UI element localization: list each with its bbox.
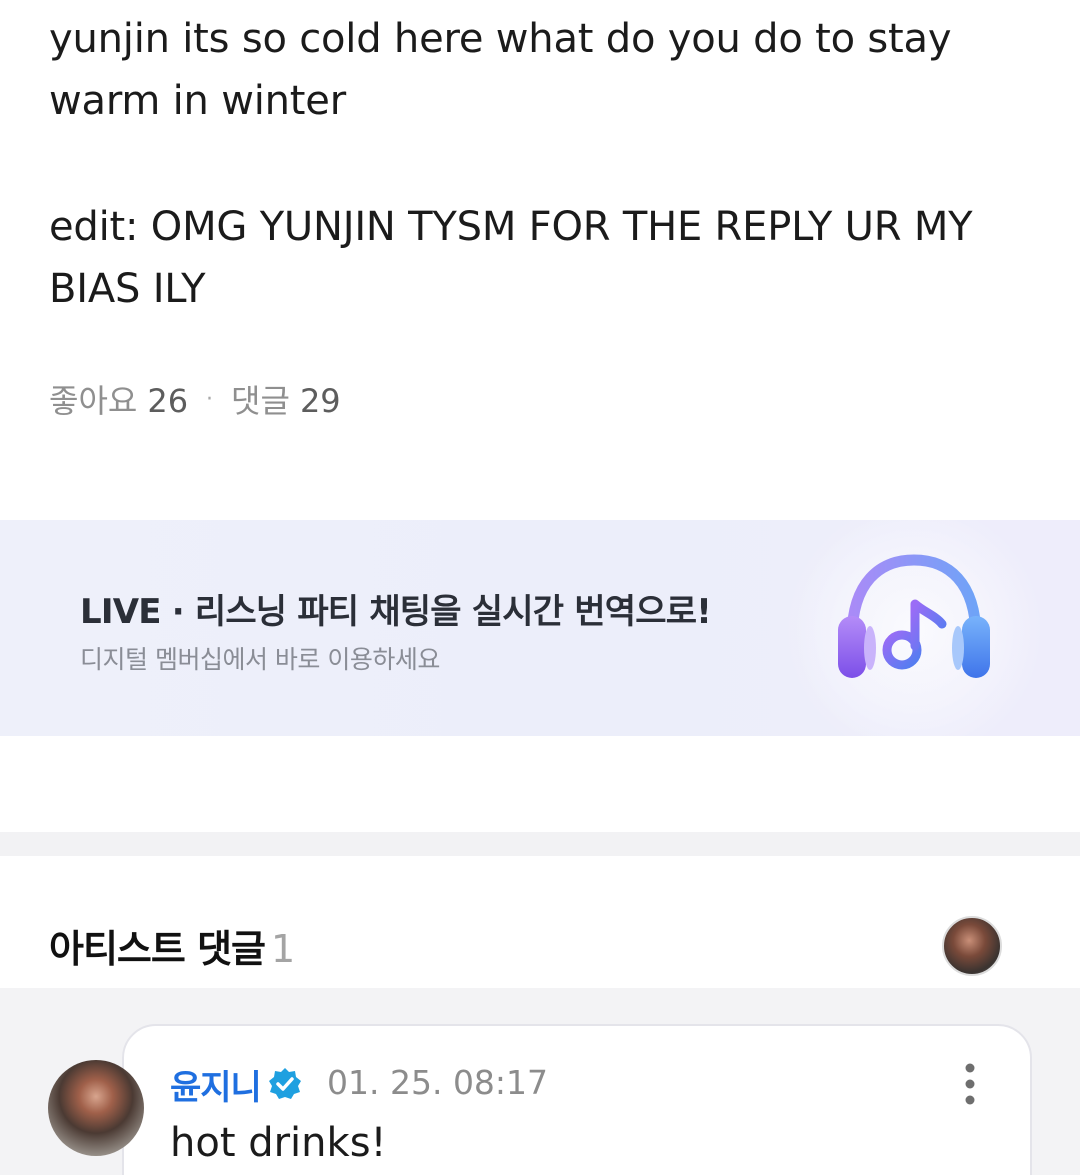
comments-stat[interactable]: 댓글 29	[231, 376, 341, 422]
likes-count: 26	[147, 382, 189, 420]
comment-author[interactable]: 윤지니	[170, 1060, 262, 1109]
comments-count: 29	[299, 382, 341, 420]
artist-comments-count: 1	[271, 927, 295, 971]
likes-stat[interactable]: 좋아요 26	[49, 376, 188, 422]
section-divider	[0, 832, 1080, 856]
likes-label: 좋아요	[49, 382, 138, 420]
post-body: yunjin its so cold here what do you do t…	[49, 8, 1039, 320]
comment-timestamp: 01. 25. 08:17	[327, 1063, 549, 1102]
verified-badge-icon	[269, 1068, 301, 1099]
avatar[interactable]	[48, 1060, 144, 1156]
post-text-line: BIAS ILY	[49, 266, 206, 312]
post-text-line: warm in winter	[49, 78, 346, 124]
artist-comments-title: 아티스트 댓글 1	[49, 918, 295, 973]
more-options-icon[interactable]	[950, 1062, 990, 1106]
banner-title: LIVE · 리스닝 파티 채팅을 실시간 번역으로!	[80, 592, 712, 632]
artist-avatar[interactable]	[942, 916, 1002, 976]
headphones-music-icon	[784, 520, 1044, 736]
post-text-line: edit: OMG YUNJIN TYSM FOR THE REPLY UR M…	[49, 204, 973, 250]
stats-separator: ·	[206, 386, 214, 412]
comment-text: hot drinks!	[170, 1120, 387, 1166]
comments-label: 댓글	[231, 382, 290, 420]
post-paragraph-gap	[49, 132, 1039, 196]
post-stats: 좋아요 26 · 댓글 29	[49, 376, 341, 422]
banner-subtitle: 디지털 멤버십에서 바로 이용하세요	[80, 645, 440, 674]
artist-comments-label: 아티스트 댓글	[49, 927, 266, 971]
post-text-line: yunjin its so cold here what do you do t…	[49, 16, 952, 62]
